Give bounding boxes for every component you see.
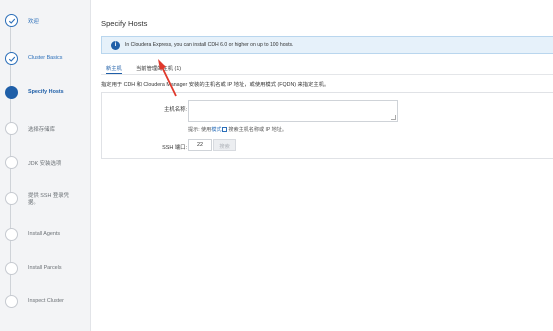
step-label: 选择存储库 (28, 127, 55, 133)
step-ssh-credentials: 提供 SSH 登录凭据。 (3, 190, 91, 210)
step-install-parcels: Install Parcels (3, 260, 91, 280)
step-inspect-cluster: Inspect Cluster (3, 293, 91, 313)
hostname-textarea[interactable] (188, 100, 398, 122)
step-label: Install Parcels (28, 265, 62, 271)
ssh-port-input[interactable]: 22 (188, 139, 212, 151)
step-label: Specify Hosts (28, 89, 64, 95)
resize-grip-icon[interactable] (391, 115, 396, 120)
wizard-sidebar: 欢迎 Cluster Basics Specify Hosts 选择存储库 JD… (0, 0, 91, 331)
step-label: Install Agents (28, 231, 61, 237)
external-link-icon (222, 126, 228, 132)
info-banner: i In Cloudera Express, you can install C… (101, 36, 553, 54)
pattern-link[interactable]: 模式 (211, 127, 221, 133)
step-label: Cluster Basics (28, 55, 63, 61)
search-button[interactable]: 搜索 (213, 139, 236, 151)
step-specify-hosts[interactable]: Specify Hosts (3, 84, 91, 104)
hint-suffix: 搜索主机名称或 IP 地址。 (228, 127, 287, 133)
pending-step-icon (5, 262, 18, 275)
info-banner-text: In Cloudera Express, you can install CDH… (125, 42, 294, 48)
hint-prefix: 提示: 使用 (188, 127, 212, 133)
info-icon: i (111, 41, 120, 50)
instructions-text: 指定用于 CDH 和 Cloudera Manager 安装的主机名或 IP 地… (101, 82, 330, 88)
step-label: 提供 SSH 登录凭据。 (28, 193, 70, 206)
step-install-agents: Install Agents (3, 226, 91, 246)
step-label: Inspect Cluster (28, 298, 64, 304)
step-cluster-basics[interactable]: Cluster Basics (3, 50, 91, 70)
pending-step-icon (5, 156, 18, 169)
step-jdk-options: JDK 安装选项 (3, 154, 91, 174)
hostname-label: 主机名称: (163, 107, 187, 113)
step-select-repository: 选择存储库 (3, 120, 91, 140)
step-label: 欢迎 (28, 19, 39, 25)
step-label: JDK 安装选项 (28, 161, 62, 167)
host-search-form: 主机名称: 提示: 使用模式 搜索主机名称或 IP 地址。 SSH 端口: 22 … (101, 92, 553, 159)
check-icon (5, 14, 18, 27)
pending-step-icon (5, 122, 18, 135)
page-title: Specify Hosts (101, 19, 148, 28)
tab-new-hosts[interactable]: 新主机 (106, 60, 122, 74)
pending-step-icon (5, 295, 18, 308)
check-icon (5, 52, 18, 65)
tabs-divider (101, 74, 553, 75)
host-tabs: 新主机 当前管理的主机 (1) (101, 60, 553, 74)
hostname-hint: 提示: 使用模式 搜索主机名称或 IP 地址。 (188, 126, 287, 133)
step-welcome[interactable]: 欢迎 (3, 12, 91, 32)
active-step-icon (5, 86, 18, 99)
pending-step-icon (5, 228, 18, 241)
ssh-port-label: SSH 端口: (162, 145, 187, 151)
main-content: Specify Hosts i In Cloudera Express, you… (92, 0, 553, 331)
pending-step-icon (5, 192, 18, 205)
tab-managed-hosts[interactable]: 当前管理的主机 (1) (136, 60, 181, 74)
